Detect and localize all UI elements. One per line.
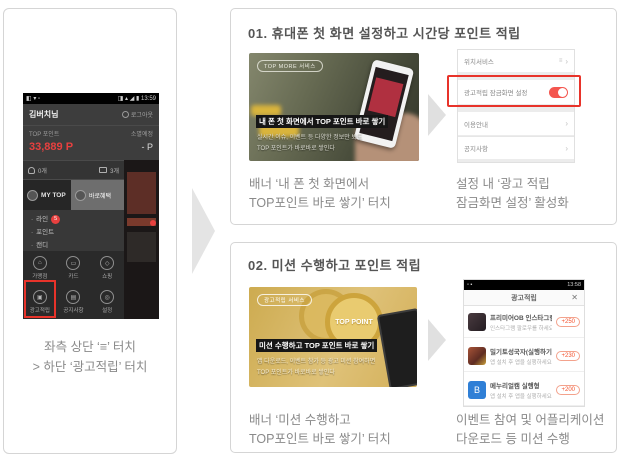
banner-subline: TOP 포인트가 바로바로 쌓인다	[257, 143, 335, 152]
points-summary: TOP 포인트 소멸예정 33,889 P - P	[23, 126, 159, 160]
settings-row-guide[interactable]: 이용안내 ›	[458, 112, 574, 135]
benefit-tab-button[interactable]: 바로혜택	[71, 180, 124, 210]
badge-count: 5	[51, 215, 60, 224]
status-bar: ▫ ▪ 13:58	[464, 280, 584, 290]
ad-thumbnail	[468, 313, 486, 331]
close-icon[interactable]: ✕	[571, 293, 578, 302]
guide-canvas: ◧ ▾ ▫ ◨ ▴ ◢ ▮ 13:59 김버치님 로그아웃 TOP 포인트 소멸…	[0, 0, 621, 459]
banner-subline: 실시간 이슈, 이벤트 등 다양한 정보만 봐도	[257, 132, 363, 141]
expire-value: - P	[141, 142, 153, 153]
section-02-caption-right: 이벤트 참여 및 어플리케이션 다운로드 등 미션 수행	[456, 411, 604, 449]
banner-subline: 앱 다운로드, 이벤트 참가 등 광고 미션 참여하면	[257, 356, 375, 365]
reward-points: +200	[556, 385, 580, 395]
banner-subline: TOP 포인트가 바로바로 쌓인다	[257, 367, 335, 376]
banner-badge: 광고적립 서비스	[257, 294, 312, 306]
menu-overlay: MY TOP 바로혜택 · 라인 5 · 포인트 · 캔디 ⌂	[23, 180, 124, 319]
menu-item[interactable]: · 라인 5	[31, 213, 124, 226]
username: 김버치님	[29, 109, 58, 120]
section-01-panel: 01. 휴대폰 첫 화면 설정하고 시간당 포인트 적립 TOP MORE 서비…	[230, 8, 617, 225]
arrow-right-large-icon	[192, 188, 215, 274]
grid-item-card[interactable]: ▭ 카드	[57, 251, 91, 285]
points-value: 33,889 P	[29, 141, 73, 153]
count-right: 3개	[110, 166, 119, 175]
merchant-icon: ⌂	[33, 256, 47, 270]
mission-banner-image[interactable]: TOP POINT 광고적립 서비스 미션 수행하고 TOP 포인트 바로 쌓기…	[249, 287, 417, 387]
app-home-screenshot: ◧ ▾ ▫ ◨ ▴ ◢ ▮ 13:59 김버치님 로그아웃 TOP 포인트 소멸…	[23, 93, 159, 319]
grid-item-shopping[interactable]: ◇ 쇼핑	[90, 251, 124, 285]
logout-icon	[122, 111, 129, 118]
ad-list-item[interactable]: 밀기토성국자(실행하기) 앱 설치 후 앱을 실행하세요 +230	[464, 340, 584, 372]
settings-icon: ◎	[100, 290, 114, 304]
list-icon: ≡	[559, 58, 563, 64]
highlight-frame-toggle	[447, 75, 581, 107]
banner-headline: 내 폰 첫 화면에서 TOP 포인트 바로 쌓기	[256, 115, 388, 128]
logout-button[interactable]: 로그아웃	[122, 110, 153, 119]
notice-icon: ▤	[66, 290, 80, 304]
status-left-icons: ◧ ▾ ▫	[26, 95, 40, 102]
my-top-icon	[27, 190, 38, 201]
left-step-panel: ◧ ▾ ▫ ◨ ▴ ◢ ▮ 13:59 김버치님 로그아웃 TOP 포인트 소멸…	[3, 8, 177, 454]
settings-row-notice[interactable]: 공지사항 ›	[458, 136, 574, 159]
status-right-icons: ◨ ▴ ◢ ▮	[118, 96, 140, 102]
section-02-title: 02. 미션 수행하고 포인트 적립	[248, 255, 421, 274]
grid-item-settings[interactable]: ◎ 설정	[90, 285, 124, 319]
section-01-caption-right: 설정 내 ‘광고 적립 잠금화면 설정’ 활성화	[456, 175, 569, 213]
ad-list-item[interactable]: 프리미어OB 인스타그램 .. 인스타그램 팔로우를 하세요 +250	[464, 306, 584, 338]
left-panel-caption: 좌측 상단 ‘≡’ 터치 > 하단 ‘광고적립’ 터치	[4, 337, 176, 377]
app-header: 김버치님 로그아웃	[23, 104, 159, 126]
banner-headline: 미션 수행하고 TOP 포인트 바로 쌓기	[256, 339, 377, 352]
counter-strip: 0개 3개	[23, 160, 124, 180]
section-01-caption-left: 배너 ‘내 폰 첫 화면에서 TOP포인트 바로 쌓기’ 터치	[249, 175, 391, 213]
phone-graphic	[377, 308, 417, 387]
status-time: 13:59	[141, 96, 156, 102]
section-02-panel: 02. 미션 수행하고 포인트 적립 TOP POINT 광고적립 서비스 미션…	[230, 242, 617, 453]
count-left: 0개	[38, 166, 47, 175]
ad-list-header: 광고적립 ✕	[464, 290, 584, 306]
chevron-right-icon: ›	[565, 119, 568, 128]
chevron-right-icon: ›	[565, 57, 568, 66]
ad-list-screenshot: ▫ ▪ 13:58 광고적립 ✕ 프리미어OB 인스타그램 .. 인스타그램 팔…	[463, 279, 585, 407]
section-02-caption-left: 배너 ‘미션 수행하고 TOP포인트 바로 쌓기’ 터치	[249, 411, 391, 449]
grid-item-notice[interactable]: ▤ 공지사항	[57, 285, 91, 319]
coupon-icon	[99, 167, 107, 173]
chevron-right-icon: ›	[565, 144, 568, 153]
person-icon	[28, 167, 35, 174]
status-time: 13:58	[567, 282, 581, 288]
status-bar: ◧ ▾ ▫ ◨ ▴ ◢ ▮ 13:59	[23, 93, 159, 104]
lockscreen-banner-image[interactable]: TOP MORE 서비스 내 폰 첫 화면에서 TOP 포인트 바로 쌓기 실시…	[249, 53, 419, 161]
ad-thumbnail	[468, 347, 486, 365]
benefit-tab-icon	[75, 190, 86, 201]
card-icon: ▭	[66, 256, 80, 270]
menu-item[interactable]: · 포인트	[31, 226, 124, 239]
reward-points: +250	[556, 317, 580, 327]
status-left-icons: ▫ ▪	[467, 282, 472, 288]
highlight-frame-ad-reward	[24, 280, 56, 318]
arrow-right-small-icon	[428, 319, 446, 361]
ad-list-item[interactable]: B 메누리얼캠 실행형 앱 설치 후 앱을 실행하세요 +200	[464, 374, 584, 406]
reward-points: +230	[556, 351, 580, 361]
coin-text: TOP POINT	[335, 318, 372, 327]
my-top-button[interactable]: MY TOP	[23, 180, 71, 210]
section-01-title: 01. 휴대폰 첫 화면 설정하고 시간당 포인트 적립	[248, 23, 521, 42]
banner-badge: TOP MORE 서비스	[257, 60, 323, 72]
background-screen-sliver	[124, 160, 159, 319]
side-menu-list: · 라인 5 · 포인트 · 캔디	[23, 210, 124, 251]
points-label: TOP 포인트	[29, 129, 59, 138]
settings-row-location[interactable]: 위치서비스 ≡ ›	[458, 50, 574, 72]
arrow-right-small-icon	[428, 94, 446, 136]
ad-thumbnail: B	[468, 381, 486, 399]
shopping-icon: ◇	[100, 256, 114, 270]
expire-label: 소멸예정	[131, 129, 153, 138]
